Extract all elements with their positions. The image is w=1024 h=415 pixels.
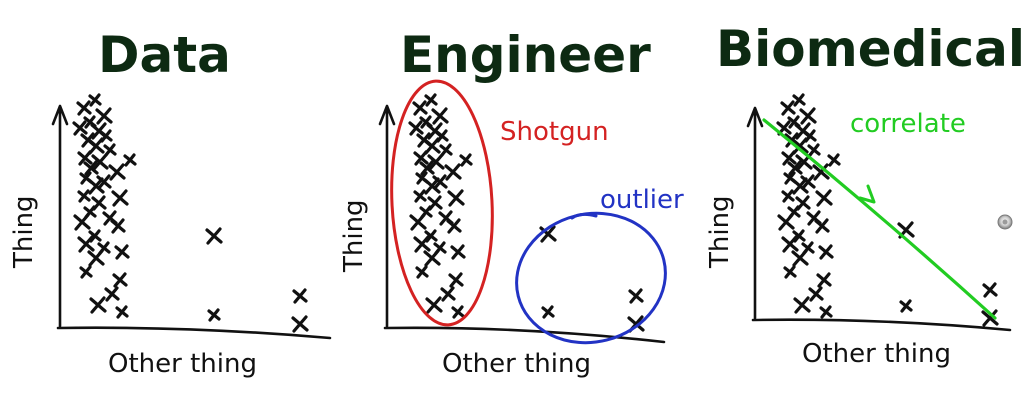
scatter-point-mark xyxy=(425,296,443,314)
y-axis-label: Thing xyxy=(9,195,39,269)
scatter-point-mark xyxy=(777,213,795,231)
scatter-point-mark xyxy=(72,120,88,136)
panel-data: Data Thing Other thing xyxy=(9,26,332,379)
cursor-dot-icon xyxy=(997,214,1013,230)
scatter-point-mark xyxy=(781,235,799,253)
scatter-point-mark xyxy=(792,93,806,107)
scatter-point-mark xyxy=(409,213,427,231)
whiteboard-canvas: Data Thing Other thing Engineer Thing Ot… xyxy=(0,0,1024,415)
scatter-point-mark xyxy=(808,286,824,302)
scatter-point-mark xyxy=(292,288,308,304)
correlation-arrowhead xyxy=(858,184,876,204)
scatter-point-mark xyxy=(115,305,129,319)
y-axis-label: Thing xyxy=(705,195,735,269)
scatter-point-mark xyxy=(448,272,464,288)
y-axis xyxy=(51,104,69,328)
scatter-point-mark xyxy=(76,100,92,116)
scatter-point-mark xyxy=(79,265,93,279)
panel-biomedical: Biomedical Thing Other thing correlate xyxy=(705,20,1024,369)
scatter-point-mark xyxy=(450,244,466,260)
scatter-point-mark xyxy=(791,249,809,267)
scatter-point-mark xyxy=(440,286,456,302)
correlation-line xyxy=(762,118,997,320)
scatter-point-mark xyxy=(291,315,309,333)
scatter-point-mark xyxy=(446,218,462,234)
outlier-label: outlier xyxy=(600,185,684,215)
scatter-point-mark xyxy=(415,265,429,279)
scatter-point-mark xyxy=(819,305,833,319)
scatter-point-mark xyxy=(424,93,438,107)
scatter-point-mark xyxy=(628,288,644,304)
x-axis xyxy=(56,326,332,340)
scatter-point-mark xyxy=(413,189,427,203)
sketch-figure: Data Thing Other thing Engineer Thing Ot… xyxy=(9,20,1024,379)
scatter-point-mark xyxy=(89,296,107,314)
scatter-point-mark xyxy=(111,189,129,207)
panel-title: Biomedical xyxy=(716,20,1024,78)
scatter-point-mark xyxy=(814,218,830,234)
scatter-point-mark xyxy=(88,93,102,107)
scatter-point-mark xyxy=(783,265,797,279)
scatter-point-mark xyxy=(815,189,833,207)
scatter-point-mark xyxy=(541,305,555,319)
scatter-point-mark xyxy=(114,244,130,260)
y-axis xyxy=(746,106,764,320)
scatter-point-mark xyxy=(108,163,126,181)
scatter-point-mark xyxy=(799,107,817,125)
panel-engineer: Engineer Thing Other thing Shotgun outli… xyxy=(339,26,684,379)
scatter-point-mark xyxy=(899,299,913,313)
scatter-point-mark xyxy=(459,153,473,167)
scatter-point-mark xyxy=(73,213,91,231)
scatter-point-mark xyxy=(982,282,998,298)
scatter-point-mark xyxy=(818,244,834,260)
outlier-pointer xyxy=(570,212,598,220)
scatter-point-mark xyxy=(110,218,126,234)
scatter-point-mark xyxy=(780,100,796,116)
scatter-point-mark xyxy=(793,296,811,314)
x-axis xyxy=(751,318,1012,332)
scatter-point-mark xyxy=(447,189,465,207)
scatter-point-mark xyxy=(112,272,128,288)
scatter-point-mark xyxy=(431,107,449,125)
scatter-point-mark xyxy=(408,120,424,136)
scatter-point-mark xyxy=(95,107,113,125)
scatter-point-mark xyxy=(77,189,91,203)
shotgun-label: Shotgun xyxy=(500,117,609,147)
scatter-point-mark xyxy=(412,100,428,116)
scatter-point-mark xyxy=(423,249,441,267)
x-axis-label: Other thing xyxy=(802,339,951,369)
scatter-point-mark xyxy=(413,235,431,253)
scatter-point-mark xyxy=(87,249,105,267)
scatter-point-mark xyxy=(207,308,221,322)
scatter-point-mark xyxy=(444,163,462,181)
correlate-label: correlate xyxy=(850,109,966,139)
scatter-points xyxy=(72,93,309,333)
x-axis-label: Other thing xyxy=(442,349,591,379)
y-axis-label: Thing xyxy=(339,199,369,273)
scatter-point-mark xyxy=(816,272,832,288)
x-axis-label: Other thing xyxy=(108,349,257,379)
scatter-point-mark xyxy=(205,227,223,245)
panel-title: Engineer xyxy=(400,26,651,84)
scatter-point-mark xyxy=(77,235,95,253)
scatter-point-mark xyxy=(451,305,465,319)
panel-title: Data xyxy=(98,26,231,84)
scatter-point-mark xyxy=(104,286,120,302)
scatter-point-mark xyxy=(781,189,795,203)
scatter-point-mark xyxy=(123,153,137,167)
scatter-point-mark xyxy=(827,153,841,167)
